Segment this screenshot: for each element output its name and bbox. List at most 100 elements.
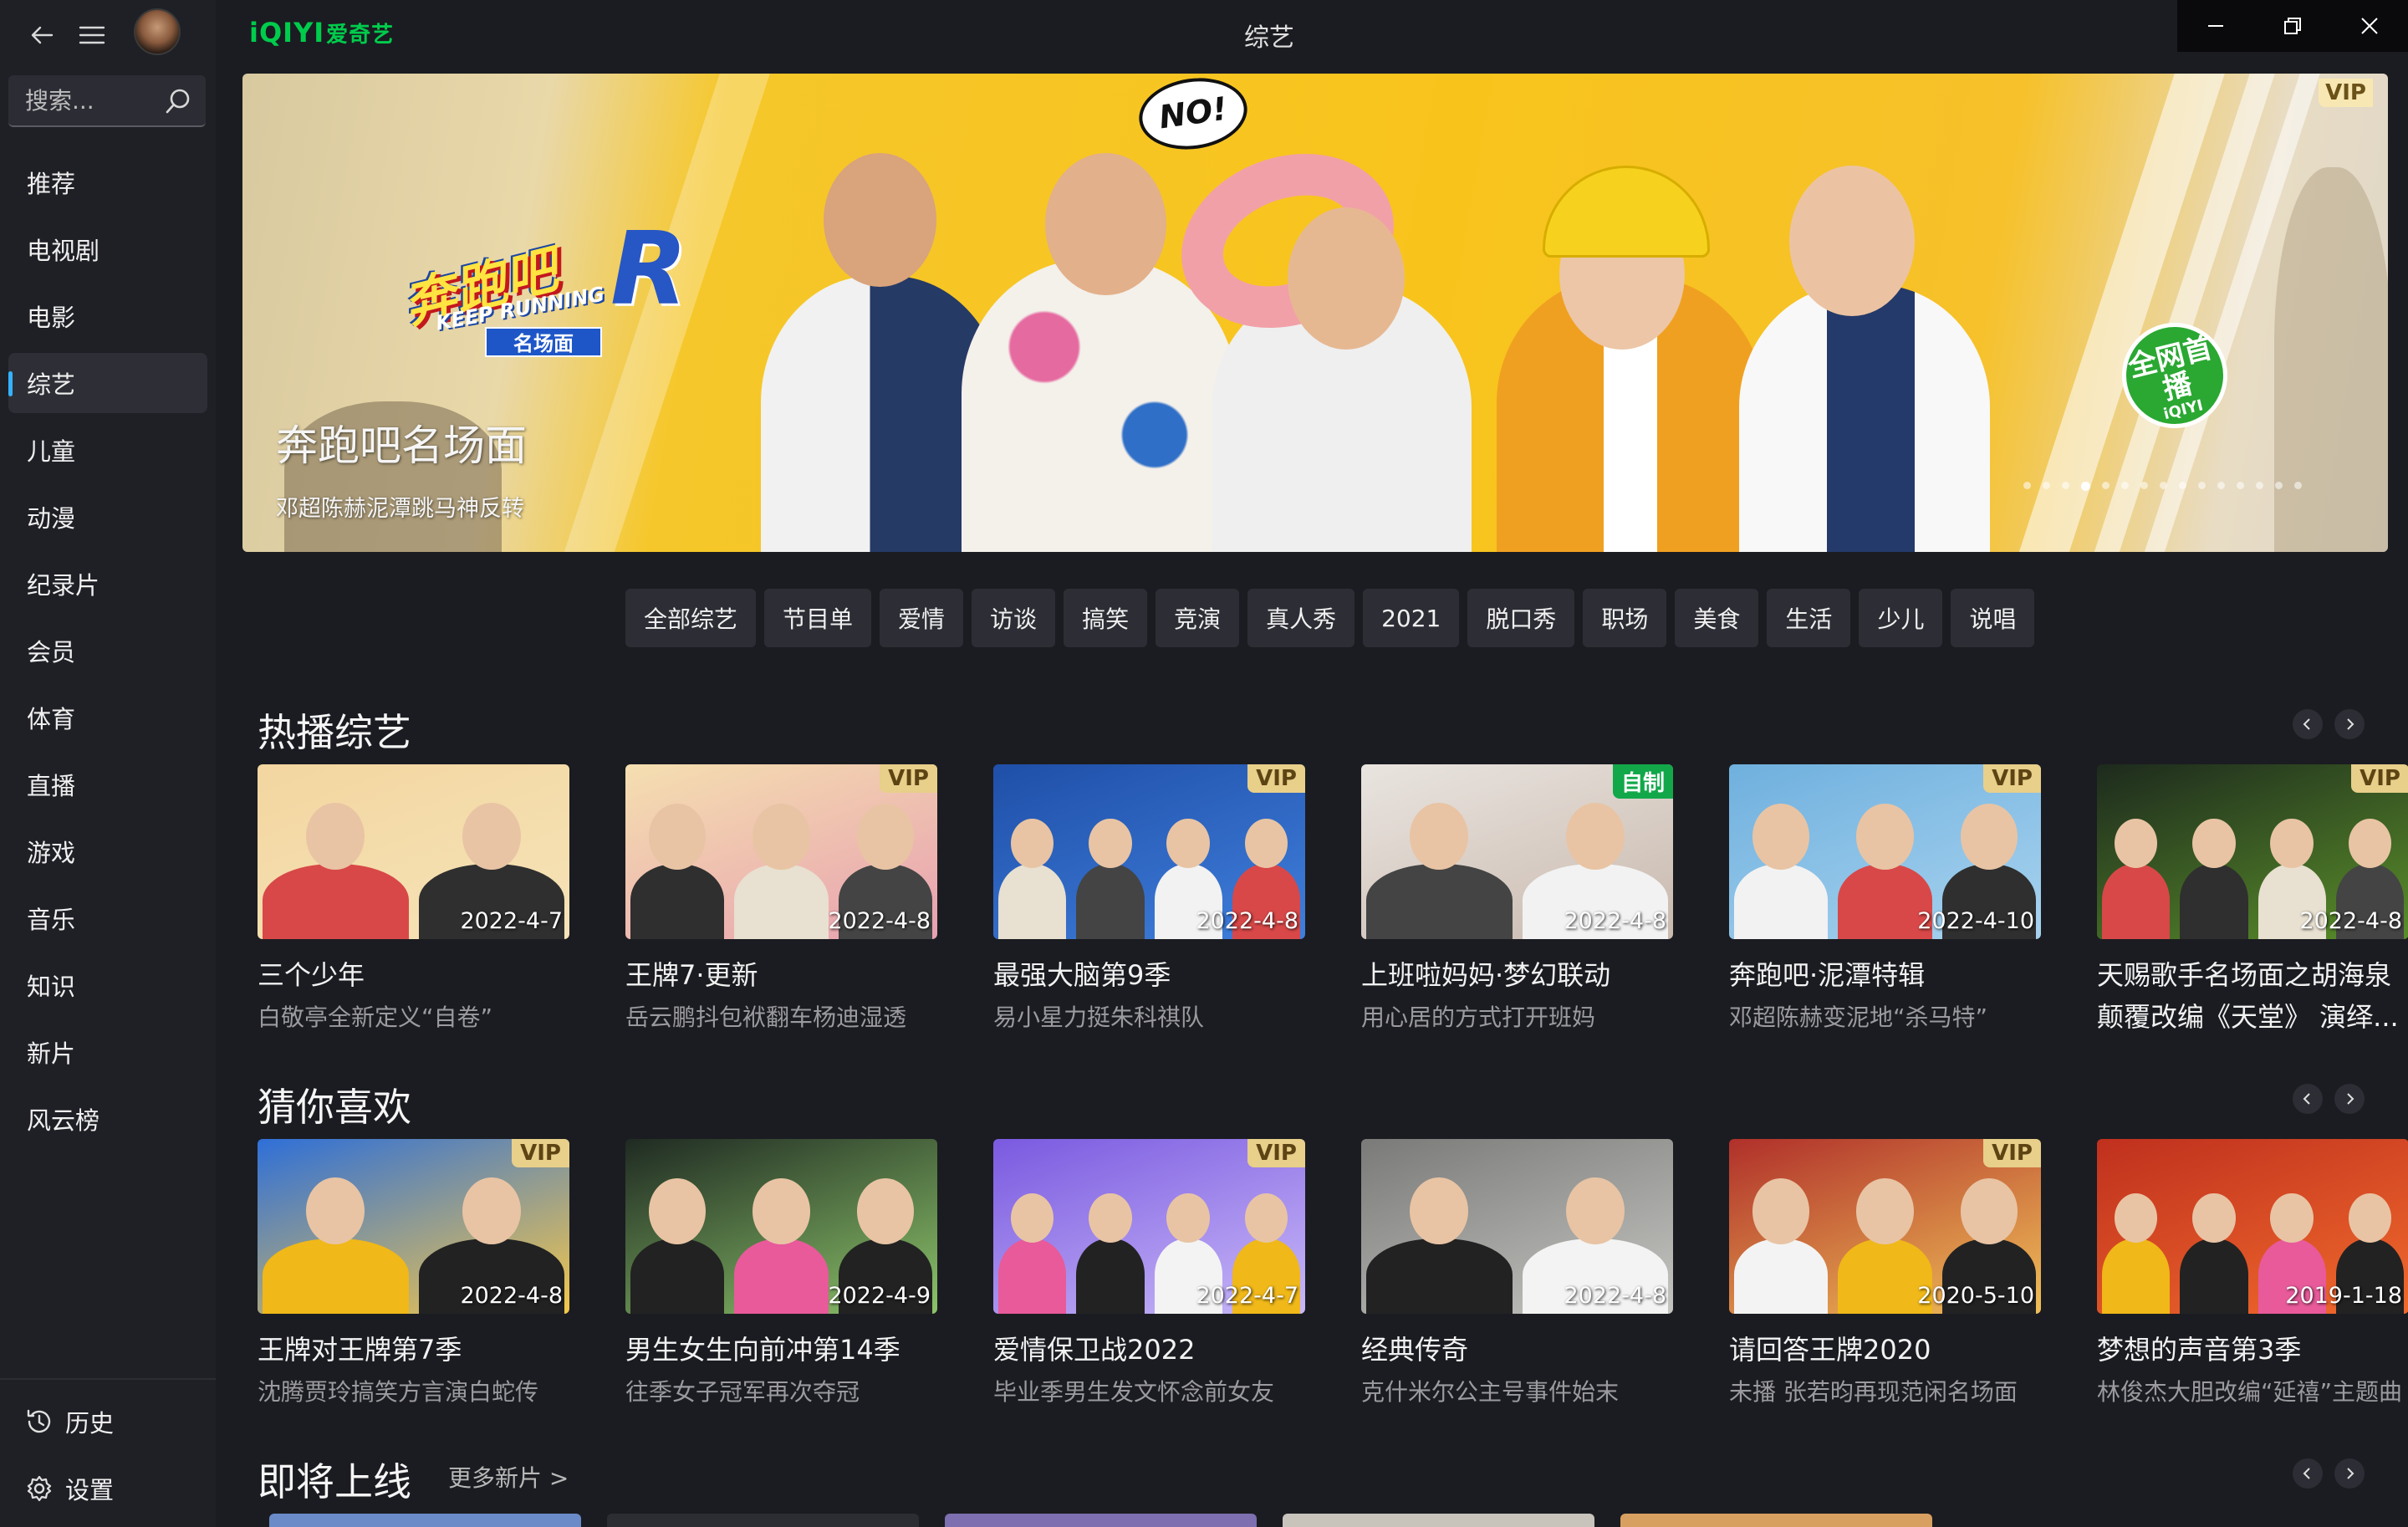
carousel-dot[interactable]: [2217, 482, 2225, 489]
category-tag[interactable]: 爱情: [880, 589, 964, 647]
carousel-dot[interactable]: [2102, 482, 2110, 489]
category-tag[interactable]: 2021: [1363, 589, 1460, 647]
carousel-dot[interactable]: [2043, 482, 2050, 489]
carousel-dot[interactable]: [2160, 482, 2167, 489]
upcoming-thumbnail[interactable]: [1620, 1514, 1932, 1527]
sidebar-item[interactable]: 风云榜: [8, 1089, 207, 1149]
show-title[interactable]: 天赐歌手名场面之胡海泉: [2097, 954, 2408, 993]
sidebar-item[interactable]: 音乐: [8, 888, 207, 948]
sidebar-item[interactable]: 儿童: [8, 420, 207, 480]
upcoming-thumbnail[interactable]: [1283, 1514, 1594, 1527]
show-title[interactable]: 梦想的声音第3季: [2097, 1329, 2408, 1367]
sidebar-item[interactable]: 直播: [8, 754, 207, 815]
history-button[interactable]: 历史: [25, 1398, 114, 1445]
category-tag[interactable]: 真人秀: [1247, 589, 1355, 647]
show-thumbnail[interactable]: VIP 2022-4-10: [1729, 764, 2041, 939]
carousel-dot[interactable]: [2081, 482, 2090, 491]
category-tag[interactable]: 搞笑: [1064, 589, 1148, 647]
show-card[interactable]: 2022-4-8 经典传奇 克什米尔公主号事件始末: [1361, 1139, 1673, 1407]
prev-button[interactable]: [2293, 1458, 2323, 1489]
show-card[interactable]: VIP 2022-4-8 天赐歌手名场面之胡海泉 颠覆改编《天堂》 演绎...: [2097, 764, 2408, 1034]
next-button[interactable]: [2334, 709, 2365, 739]
show-card[interactable]: VIP 2022-4-7 爱情保卫战2022 毕业季男生发文怀念前女友: [993, 1139, 1305, 1407]
category-tag[interactable]: 节目单: [764, 589, 872, 647]
sidebar-item[interactable]: 综艺: [8, 353, 207, 413]
sidebar-item[interactable]: 知识: [8, 955, 207, 1015]
show-card[interactable]: VIP 2022-4-8 最强大脑第9季 易小星力挺朱科祺队: [993, 764, 1305, 1033]
minimize-button[interactable]: [2177, 0, 2254, 52]
show-title[interactable]: 王牌7·更新: [625, 954, 937, 993]
show-card[interactable]: VIP 2022-4-8 王牌对王牌第7季 沈腾贾玲搞笑方言演白蛇传: [258, 1139, 569, 1407]
show-title[interactable]: 请回答王牌2020: [1729, 1329, 2041, 1367]
prev-button[interactable]: [2293, 1084, 2323, 1114]
sidebar-item[interactable]: 电影: [8, 286, 207, 346]
prev-button[interactable]: [2293, 709, 2323, 739]
restore-button[interactable]: [2254, 0, 2331, 52]
back-button[interactable]: [25, 18, 59, 52]
show-title[interactable]: 上班啦妈妈·梦幻联动: [1361, 954, 1673, 993]
sidebar-item[interactable]: 新片: [8, 1022, 207, 1082]
category-tag[interactable]: 少儿: [1859, 589, 1943, 647]
carousel-dot[interactable]: [2062, 482, 2069, 489]
menu-button[interactable]: [75, 18, 109, 52]
show-thumbnail[interactable]: VIP 2022-4-7: [993, 1139, 1305, 1314]
category-tag[interactable]: 生活: [1767, 589, 1851, 647]
show-card[interactable]: 2022-4-9 男生女生向前冲第14季 往季女子冠军再次夺冠: [625, 1139, 937, 1407]
carousel-dot[interactable]: [2023, 482, 2031, 489]
sidebar-item[interactable]: 推荐: [8, 152, 207, 212]
carousel-dot[interactable]: [2256, 482, 2263, 489]
show-thumbnail[interactable]: VIP 2022-4-8: [258, 1139, 569, 1314]
next-button[interactable]: [2334, 1458, 2365, 1489]
category-tag[interactable]: 脱口秀: [1467, 589, 1575, 647]
show-thumbnail[interactable]: 2022-4-9: [625, 1139, 937, 1314]
category-tag[interactable]: 竞演: [1156, 589, 1240, 647]
show-title[interactable]: 奔跑吧·泥潭特辑: [1729, 954, 2041, 993]
show-card[interactable]: 2019-1-18 梦想的声音第3季 林俊杰大胆改编“延禧”主题曲: [2097, 1139, 2408, 1407]
settings-button[interactable]: 设置: [25, 1465, 114, 1512]
show-thumbnail[interactable]: 2022-4-7: [258, 764, 569, 939]
show-card[interactable]: 2022-4-7 三个少年 白敬亭全新定义“自卷”: [258, 764, 569, 1033]
upcoming-thumbnail[interactable]: [269, 1514, 581, 1527]
carousel-dot[interactable]: [2198, 482, 2206, 489]
category-tag[interactable]: 访谈: [972, 589, 1056, 647]
show-title[interactable]: 王牌对王牌第7季: [258, 1329, 569, 1367]
show-thumbnail[interactable]: VIP 2022-4-8: [2097, 764, 2408, 939]
carousel-dot[interactable]: [2237, 482, 2244, 489]
hero-banner[interactable]: NO! R 奔跑吧 KEEP RUNNING 名场面 全网首播 iQIYI 奔跑吧…: [242, 74, 2388, 552]
category-tag[interactable]: 美食: [1675, 589, 1759, 647]
show-title[interactable]: 三个少年: [258, 954, 569, 993]
more-link[interactable]: 更多新片 >: [448, 1460, 569, 1494]
sidebar-item[interactable]: 纪录片: [8, 554, 207, 614]
carousel-dot[interactable]: [2140, 482, 2148, 489]
category-tag[interactable]: 说唱: [1951, 589, 2035, 647]
upcoming-thumbnail[interactable]: [945, 1514, 1257, 1527]
close-button[interactable]: [2331, 0, 2408, 52]
show-title[interactable]: 经典传奇: [1361, 1329, 1673, 1367]
show-card[interactable]: VIP 2022-4-10 奔跑吧·泥潭特辑 邓超陈赫变泥地“杀马特”: [1729, 764, 2041, 1033]
carousel-dot[interactable]: [2121, 482, 2129, 489]
sidebar-item[interactable]: 会员: [8, 621, 207, 681]
category-tag[interactable]: 全部综艺: [625, 589, 757, 647]
carousel-dot[interactable]: [2179, 482, 2186, 489]
show-thumbnail[interactable]: VIP 2022-4-8: [625, 764, 937, 939]
show-title[interactable]: 最强大脑第9季: [993, 954, 1305, 993]
iqiyi-logo[interactable]: iQIYI爱奇艺: [249, 17, 394, 50]
show-thumbnail[interactable]: 2019-1-18: [2097, 1139, 2408, 1314]
carousel-dot[interactable]: [2275, 482, 2283, 489]
upcoming-thumbnail[interactable]: [607, 1514, 919, 1527]
show-thumbnail[interactable]: 自制 2022-4-8: [1361, 764, 1673, 939]
show-thumbnail[interactable]: VIP 2022-4-8: [993, 764, 1305, 939]
show-card[interactable]: VIP 2022-4-8 王牌7·更新 岳云鹏抖包袱翻车杨迪湿透: [625, 764, 937, 1033]
show-title[interactable]: 爱情保卫战2022: [993, 1329, 1305, 1367]
search-icon[interactable]: [164, 87, 192, 115]
sidebar-item[interactable]: 电视剧: [8, 219, 207, 279]
show-thumbnail[interactable]: VIP 2020-5-10: [1729, 1139, 2041, 1314]
sidebar-item[interactable]: 动漫: [8, 487, 207, 547]
show-title[interactable]: 男生女生向前冲第14季: [625, 1329, 937, 1367]
sidebar-item[interactable]: 游戏: [8, 821, 207, 881]
carousel-dot[interactable]: [2294, 482, 2302, 489]
search-input[interactable]: [8, 75, 159, 125]
category-tag[interactable]: 职场: [1583, 589, 1667, 647]
sidebar-item[interactable]: 体育: [8, 687, 207, 748]
show-thumbnail[interactable]: 2022-4-8: [1361, 1139, 1673, 1314]
